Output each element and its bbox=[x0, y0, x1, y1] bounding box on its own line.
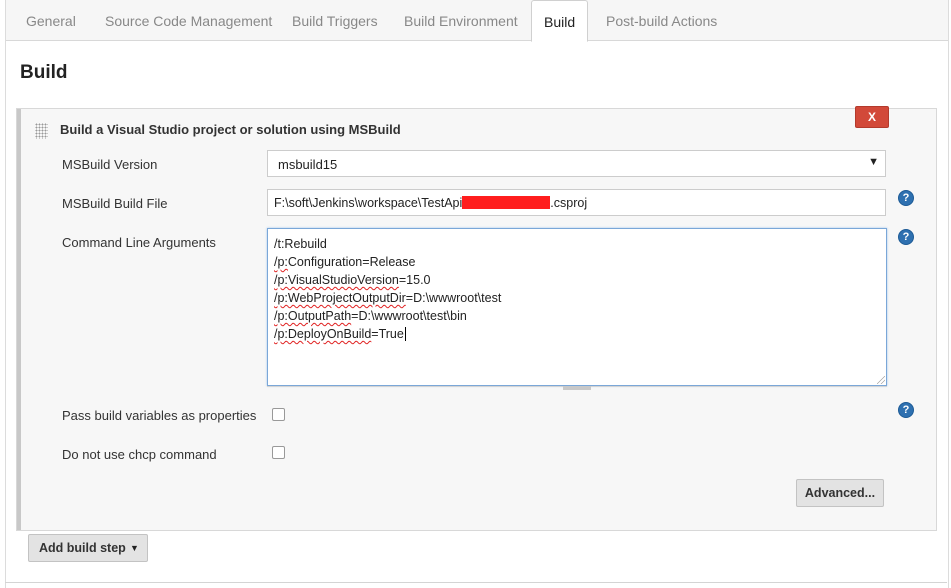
msbuild-version-value: msbuild15 bbox=[278, 157, 338, 172]
no-chcp-label: Do not use chcp command bbox=[62, 447, 217, 462]
pass-build-variables-label: Pass build variables as properties bbox=[62, 408, 257, 423]
argument-line: /p:WebProjectOutputDir=D:\wwwroot\test bbox=[274, 291, 502, 305]
argument-line: /p:DeployOnBuild=True bbox=[274, 327, 406, 341]
add-build-step-label: Add build step bbox=[39, 541, 126, 555]
tab-build-triggers[interactable]: Build Triggers bbox=[292, 0, 378, 40]
msbuild-version-select[interactable]: msbuild15 ▼ bbox=[267, 150, 886, 177]
drag-handle-icon[interactable] bbox=[35, 123, 48, 139]
step-rail bbox=[17, 109, 21, 530]
tab-build[interactable]: Build bbox=[531, 0, 589, 42]
argument-line: /p:OutputPath=D:\wwwroot\test\bin bbox=[274, 309, 467, 323]
tab-post-build-actions[interactable]: Post-build Actions bbox=[606, 0, 717, 40]
textarea-grip[interactable] bbox=[563, 386, 591, 390]
help-icon[interactable]: ? bbox=[898, 229, 914, 245]
command-line-arguments-textarea[interactable]: /t:Rebuild /p:Configuration=Release /p:V… bbox=[267, 228, 887, 386]
tab-source-code-management[interactable]: Source Code Management bbox=[105, 0, 272, 40]
chevron-down-icon: ▼ bbox=[868, 156, 879, 168]
command-line-arguments-label: Command Line Arguments bbox=[62, 235, 216, 250]
build-step-title: Build a Visual Studio project or solutio… bbox=[60, 122, 401, 137]
section-title: Build bbox=[20, 62, 68, 83]
add-build-step-button[interactable]: Add build step ▼ bbox=[28, 534, 148, 562]
redaction-mark bbox=[462, 196, 551, 209]
msbuild-version-label: MSBuild Version bbox=[62, 157, 158, 172]
help-icon[interactable]: ? bbox=[898, 190, 914, 206]
help-icon[interactable]: ? bbox=[898, 402, 914, 418]
argument-line: /p:VisualStudioVersion=15.0 bbox=[274, 273, 431, 287]
no-chcp-checkbox[interactable] bbox=[272, 446, 285, 459]
argument-line: /p:Configuration=Release bbox=[274, 255, 416, 269]
config-tab-bar: General Source Code Management Build Tri… bbox=[6, 0, 948, 42]
delete-step-button[interactable]: X bbox=[855, 106, 889, 128]
build-file-value: F:\soft\Jenkins\workspace\TestApi .csproj bbox=[274, 196, 588, 210]
tab-build-environment[interactable]: Build Environment bbox=[404, 0, 518, 40]
tab-general[interactable]: General bbox=[26, 0, 76, 40]
bottom-divider bbox=[5, 582, 947, 583]
msbuild-build-file-label: MSBuild Build File bbox=[62, 196, 168, 211]
chevron-down-icon: ▼ bbox=[130, 543, 139, 553]
advanced-button[interactable]: Advanced... bbox=[796, 479, 884, 507]
msbuild-build-file-input[interactable]: F:\soft\Jenkins\workspace\TestApi .csproj bbox=[267, 189, 886, 216]
argument-line: /t:Rebuild bbox=[274, 237, 327, 251]
pass-build-variables-checkbox[interactable] bbox=[272, 408, 285, 421]
resize-handle-icon[interactable] bbox=[877, 376, 885, 384]
